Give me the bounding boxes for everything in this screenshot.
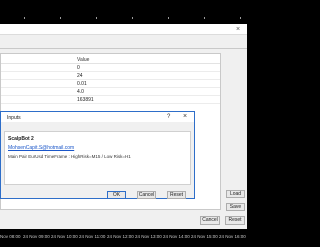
inputs-title: Inputs	[7, 115, 21, 121]
table-row[interactable]: 24	[1, 72, 220, 80]
time-label: 24 Nov 09:00	[23, 234, 50, 239]
properties-titlebar: ×	[0, 24, 247, 35]
table-row[interactable]: 0.01	[1, 80, 220, 88]
cancel-button[interactable]: Cancel	[200, 216, 220, 225]
time-label: Nov 08:00	[0, 234, 21, 239]
time-label: 24 Nov 11:00	[79, 234, 106, 239]
time-label: 24 Nov 12:00	[107, 234, 134, 239]
chart-tick	[240, 17, 241, 19]
time-label: 24 Nov 15:00	[191, 234, 218, 239]
chart-tick	[204, 17, 205, 19]
cell-value[interactable]: 4.0	[77, 89, 84, 95]
column-header-value: Value	[77, 57, 90, 63]
save-button[interactable]: Save	[226, 203, 245, 211]
ok-button[interactable]: OK	[107, 191, 126, 199]
load-button[interactable]: Load	[226, 190, 245, 198]
time-label: 24 Nov 13:00	[135, 234, 162, 239]
help-icon[interactable]: ?	[167, 114, 170, 120]
close-icon[interactable]: ×	[236, 26, 243, 33]
table-row[interactable]: 163891	[1, 96, 220, 104]
chart-tick	[60, 17, 61, 19]
grid-header: Value	[1, 56, 220, 64]
inputs-titlebar: Inputs ? ×	[1, 112, 194, 122]
table-row[interactable]: 4.0	[1, 88, 220, 96]
time-label: 24 Nov 16:00	[219, 234, 246, 239]
cell-value[interactable]: 0.01	[77, 81, 87, 87]
reset-button[interactable]: Reset	[167, 191, 186, 199]
table-row[interactable]: 0	[1, 64, 220, 72]
time-label: 24 Nov 14:00	[163, 234, 190, 239]
reset-button[interactable]: Reset	[225, 216, 245, 225]
time-axis: Nov 08:00 24 Nov 09:00 24 Nov 10:00 24 N…	[0, 229, 247, 247]
chart-tick	[96, 17, 97, 19]
properties-tab-bar	[0, 35, 247, 49]
chart-tick	[24, 17, 25, 19]
cell-value[interactable]: 163891	[77, 97, 94, 103]
close-icon[interactable]: ×	[183, 113, 187, 120]
expert-name: ScalpBot 2	[8, 136, 34, 142]
time-label: 24 Nov 10:00	[51, 234, 78, 239]
expert-description: Main Pair EurUsd TimeFrame : HighRisk=M1…	[8, 154, 131, 159]
chart-tick	[132, 17, 133, 19]
cancel-button[interactable]: Cancel	[137, 191, 156, 199]
cell-value[interactable]: 0	[77, 65, 80, 71]
inputs-info-panel: ScalpBot 2 MohsenCapit.S@hotmail.com Mai…	[4, 131, 191, 185]
author-email-link[interactable]: MohsenCapit.S@hotmail.com	[8, 145, 74, 151]
cell-value[interactable]: 24	[77, 73, 83, 79]
chart-area-top	[0, 0, 247, 24]
inputs-dialog: Inputs ? × ScalpBot 2 MohsenCapit.S@hotm…	[0, 111, 195, 199]
chart-tick	[168, 17, 169, 19]
